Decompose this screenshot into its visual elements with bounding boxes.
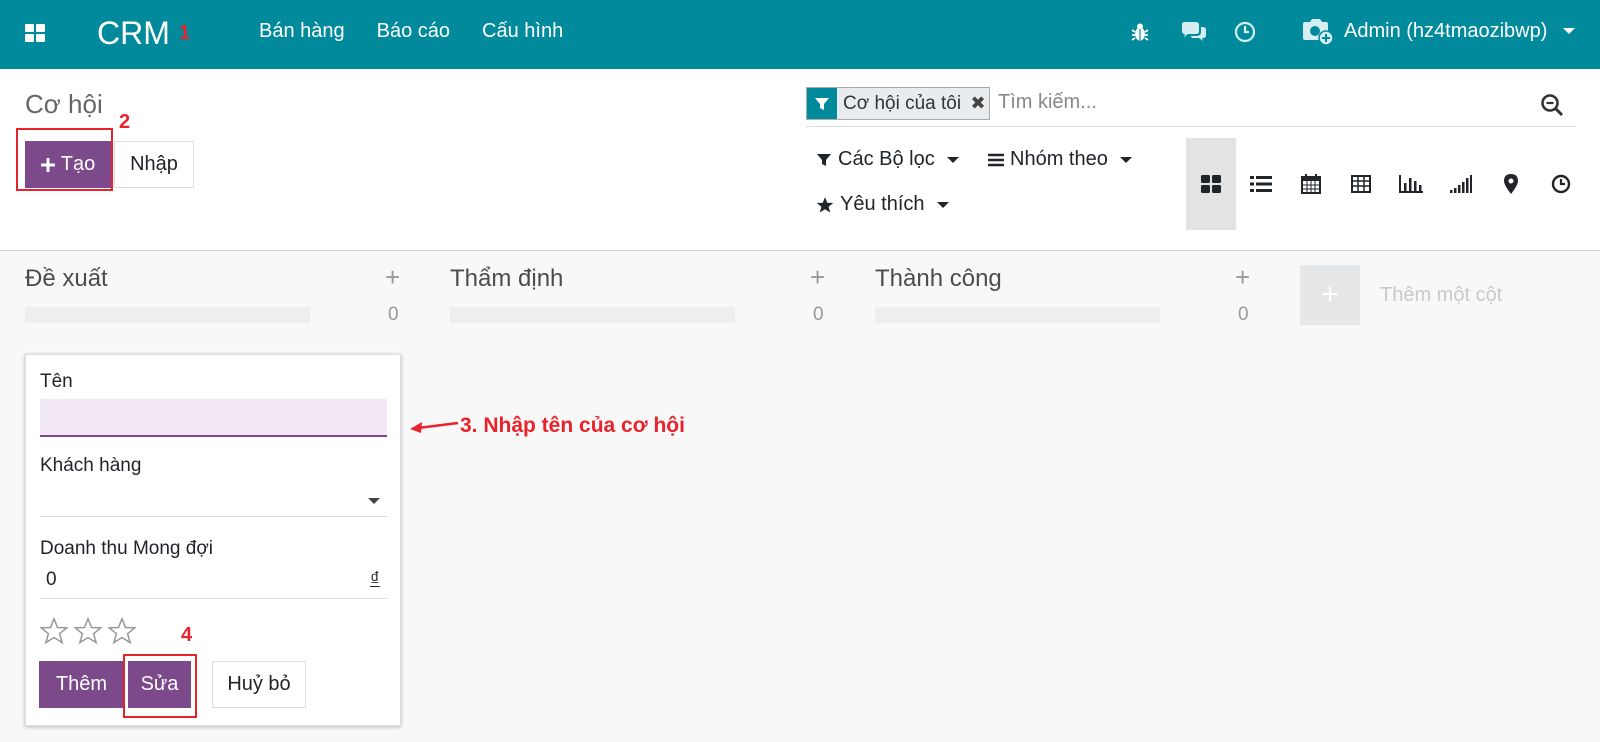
- kanban-board: Đề xuất + 0 Thẩm định + 0 Thành công + 0…: [0, 252, 1600, 742]
- column-quick-add-icon[interactable]: +: [385, 262, 400, 293]
- add-button[interactable]: Thêm: [39, 661, 124, 708]
- filters-dropdown[interactable]: Các Bộ lọc: [816, 148, 959, 171]
- revenue-underline: [40, 598, 387, 599]
- signal-bars-icon: [1450, 175, 1472, 193]
- expected-revenue-input[interactable]: 0: [46, 569, 57, 591]
- user-menu[interactable]: Admin (hz4tmaozibwp): [1300, 16, 1576, 46]
- add-column-plus-icon[interactable]: +: [1300, 265, 1360, 325]
- map-view-button[interactable]: [1486, 138, 1536, 230]
- annotation-step-4: 4: [181, 624, 193, 646]
- customer-caret-down-icon[interactable]: [368, 498, 380, 504]
- cohort-view-button[interactable]: [1436, 138, 1486, 230]
- quick-create-form: Tên Khách hàng Doanh thu Mong đợi 0 ₫ Th…: [25, 354, 401, 726]
- table-icon: [1351, 175, 1371, 193]
- priority-star-icon[interactable]: [108, 617, 136, 645]
- filters-caret-down-icon: [946, 156, 959, 163]
- app-brand[interactable]: CRM: [97, 15, 170, 52]
- import-button[interactable]: Nhập: [114, 141, 194, 188]
- list-icon: [1250, 176, 1272, 192]
- column-count: 0: [1238, 304, 1249, 325]
- top-navbar: CRM 1 Bán hàng Báo cáo Cấu hình Admin (h…: [0, 0, 1600, 69]
- user-caret-down-icon: [1563, 28, 1576, 34]
- column-title: Thẩm định: [450, 265, 564, 292]
- groupby-caret-down-icon: [1119, 156, 1132, 163]
- column-count: 0: [813, 304, 824, 325]
- priority-star-icon[interactable]: [74, 617, 102, 645]
- column-quick-add-icon[interactable]: +: [810, 262, 825, 293]
- activity-view-button[interactable]: [1536, 138, 1586, 230]
- column-count: 0: [388, 304, 399, 325]
- currency-symbol: ₫: [370, 569, 380, 590]
- bar-chart-icon: [1399, 175, 1423, 193]
- calendar-view-button[interactable]: [1286, 138, 1336, 230]
- search-input[interactable]: [998, 91, 1498, 114]
- star-icon: [816, 196, 834, 212]
- main-menu: Bán hàng Báo cáo Cấu hình: [259, 20, 563, 43]
- chat-icon[interactable]: [1180, 20, 1208, 44]
- priority-stars: [40, 617, 136, 645]
- kanban-view-button[interactable]: [1186, 138, 1236, 230]
- add-column-label: Thêm một cột: [1380, 283, 1503, 306]
- calendar-icon: [1301, 174, 1321, 194]
- add-column[interactable]: + Thêm một cột: [1300, 265, 1502, 325]
- list-view-button[interactable]: [1236, 138, 1286, 230]
- annotation-arrow-icon: [410, 421, 459, 433]
- column-title: Thành công: [875, 265, 1002, 292]
- menu-item-reporting[interactable]: Báo cáo: [377, 20, 450, 43]
- facet-remove-icon[interactable]: ✖: [967, 88, 989, 119]
- debug-bug-icon[interactable]: [1128, 20, 1152, 44]
- annotation-step-3: 3. Nhập tên của cơ hội: [460, 414, 685, 437]
- menu-item-configuration[interactable]: Cấu hình: [482, 20, 563, 43]
- column-title: Đề xuất: [25, 265, 108, 292]
- apps-menu-icon[interactable]: [25, 24, 45, 42]
- search-icon[interactable]: [1540, 93, 1564, 117]
- user-name: Admin (hz4tmaozibwp): [1344, 19, 1548, 42]
- customer-select[interactable]: [40, 481, 387, 517]
- map-marker-icon: [1504, 174, 1518, 194]
- column-progress-bar: [450, 307, 735, 323]
- user-avatar-camera-icon: [1303, 19, 1334, 46]
- column-progress-bar: [25, 307, 310, 323]
- clock-icon: [1551, 174, 1571, 194]
- filter-icon: [817, 153, 831, 166]
- annotation-step-2: 2: [119, 111, 131, 133]
- column-quick-add-icon[interactable]: +: [1235, 262, 1250, 293]
- filter-facet-icon: [807, 88, 837, 119]
- annotation-step-1: 1: [179, 22, 191, 44]
- annotation-box-create: [16, 128, 113, 191]
- name-input[interactable]: [40, 399, 387, 437]
- pivot-view-button[interactable]: [1336, 138, 1386, 230]
- search-facet: Cơ hội của tôi ✖: [806, 87, 991, 120]
- column-progress-bar: [875, 307, 1160, 323]
- activity-clock-icon[interactable]: [1233, 20, 1257, 44]
- menu-item-sales[interactable]: Bán hàng: [259, 20, 345, 43]
- groupby-label: Nhóm theo: [1010, 148, 1108, 170]
- kanban-icon: [1201, 175, 1221, 193]
- graph-view-button[interactable]: [1386, 138, 1436, 230]
- cancel-button[interactable]: Huỷ bỏ: [212, 661, 306, 708]
- favorites-label: Yêu thích: [840, 193, 925, 215]
- name-label: Tên: [40, 371, 73, 392]
- control-panel: Cơ hội Tạo 2 Nhập Cơ hội của tôi ✖ Các B…: [0, 69, 1600, 251]
- customer-label: Khách hàng: [40, 455, 142, 476]
- priority-star-icon[interactable]: [40, 617, 68, 645]
- list-bars-icon: [988, 153, 1004, 166]
- view-switcher: [1186, 138, 1586, 230]
- search-bar: Cơ hội của tôi ✖: [806, 87, 1576, 127]
- breadcrumb: Cơ hội: [25, 89, 103, 119]
- annotation-box-edit: [123, 654, 197, 718]
- groupby-dropdown[interactable]: Nhóm theo: [988, 148, 1132, 171]
- expected-revenue-label: Doanh thu Mong đợi: [40, 538, 214, 559]
- filters-label: Các Bộ lọc: [838, 148, 935, 170]
- favorites-caret-down-icon: [936, 201, 949, 208]
- facet-label: Cơ hội của tôi: [843, 92, 962, 114]
- favorites-dropdown[interactable]: Yêu thích: [816, 193, 949, 216]
